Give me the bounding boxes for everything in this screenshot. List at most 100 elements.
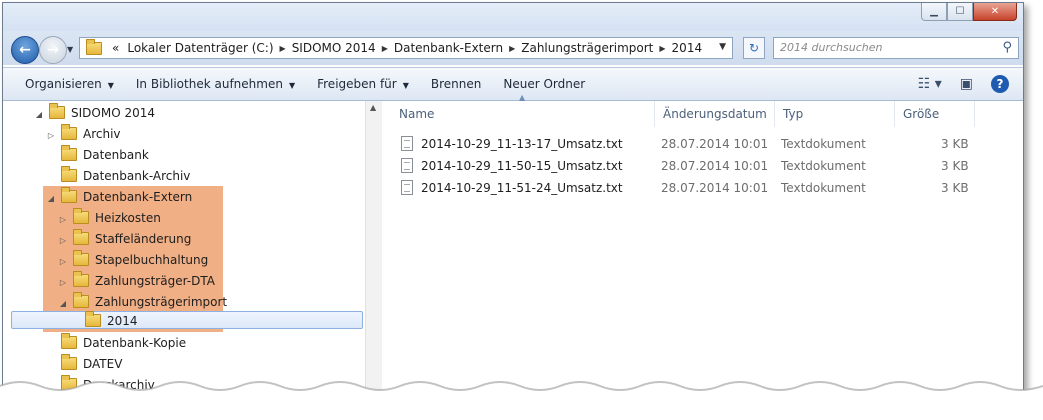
preview-pane-icon[interactable]: ▣: [960, 76, 973, 92]
file-row[interactable]: 2014-10-29_11-13-17_Umsatz.txt 28.07.201…: [383, 133, 1023, 155]
collapsed-arrow-icon[interactable]: ▷: [57, 210, 69, 230]
share-with-menu[interactable]: Freigeben für ▼: [317, 77, 409, 91]
new-folder-button[interactable]: Neuer Ordner: [503, 77, 585, 91]
folder-icon: [61, 124, 77, 140]
folder-icon: [49, 103, 65, 119]
collapsed-arrow-icon[interactable]: ▷: [45, 126, 57, 146]
view-options-icon[interactable]: ☷ ▾: [918, 76, 942, 92]
toolbar-right: ☷ ▾ ▣ ?: [918, 75, 1009, 93]
search-input[interactable]: 2014 durchsuchen ⚲: [773, 37, 1019, 59]
help-icon[interactable]: ?: [991, 75, 1009, 93]
tree-item-zahlungstraeger-dta[interactable]: ▷ Zahlungsträger-DTA: [57, 271, 215, 291]
file-type: Textdokument: [781, 159, 866, 173]
tree-item-datenbank-archiv[interactable]: Datenbank-Archiv: [45, 166, 190, 186]
search-icon[interactable]: ⚲: [1002, 38, 1012, 58]
include-in-library-menu[interactable]: In Bibliothek aufnehmen ▼: [136, 77, 295, 91]
forward-button[interactable]: →: [39, 36, 67, 64]
file-name: 2014-10-29_11-50-15_Umsatz.txt: [421, 159, 623, 173]
tree-item-stapelbuchhaltung[interactable]: ▷ Stapelbuchhaltung: [57, 250, 208, 270]
back-button[interactable]: ←: [11, 36, 39, 64]
folder-icon: [61, 187, 77, 203]
minimize-button[interactable]: ▁: [921, 3, 947, 21]
burn-button[interactable]: Brennen: [431, 77, 481, 91]
breadcrumb-sidomo[interactable]: SIDOMO 2014: [292, 41, 376, 55]
tree-item-datenbank-kopie[interactable]: Datenbank-Kopie: [45, 333, 186, 353]
file-row[interactable]: 2014-10-29_11-50-15_Umsatz.txt 28.07.201…: [383, 155, 1023, 177]
file-type: Textdokument: [781, 137, 866, 151]
tree-item-datev[interactable]: DATEV: [45, 354, 122, 374]
address-dropdown-icon[interactable]: ▼: [719, 42, 726, 52]
tree-item-label: Stapelbuchhaltung: [95, 253, 209, 267]
tree-item-staffelaenderung[interactable]: ▷ Staffeländerung: [57, 229, 191, 249]
breadcrumb-separator-icon[interactable]: ▶: [280, 44, 286, 53]
column-header-date[interactable]: Änderungsdatum: [655, 101, 775, 127]
breadcrumb-drive[interactable]: Lokaler Datenträger (C:): [127, 41, 273, 55]
scroll-up-icon[interactable]: ▲: [370, 103, 376, 112]
breadcrumb-overflow[interactable]: «: [112, 41, 119, 55]
tree-item-label: Zahlungsträgerimport: [95, 295, 228, 309]
tree-item-zahlungstraegerimport[interactable]: ◢ Zahlungsträgerimport: [57, 292, 227, 312]
folder-icon: [73, 229, 89, 245]
collapsed-arrow-icon[interactable]: ▷: [57, 273, 69, 293]
chevron-down-icon: ▼: [288, 81, 296, 90]
library-label: In Bibliothek aufnehmen: [135, 77, 283, 91]
share-label: Freigeben für: [317, 77, 397, 91]
torn-edge-decoration: [0, 381, 1043, 420]
expanded-arrow-icon[interactable]: ◢: [45, 189, 57, 209]
column-header-name[interactable]: Name: [391, 101, 655, 127]
close-button[interactable]: ✕: [973, 3, 1017, 21]
tree-item-label: Staffeländerung: [95, 232, 192, 246]
file-size: 3 KB: [941, 137, 969, 151]
collapsed-arrow-icon[interactable]: ▷: [57, 252, 69, 272]
file-list: ▲ Name Änderungsdatum Typ Größe 2014-10-…: [383, 93, 1023, 413]
file-row[interactable]: 2014-10-29_11-51-24_Umsatz.txt 28.07.201…: [383, 177, 1023, 199]
breadcrumb-datenbank-extern[interactable]: Datenbank-Extern: [394, 41, 503, 55]
chevron-down-icon: ▼: [402, 81, 409, 90]
folder-icon: [61, 354, 77, 370]
tree-item-label: Heizkosten: [95, 211, 161, 225]
tree-item-2014[interactable]: 2014: [69, 311, 138, 331]
file-date: 28.07.2014 10:01: [661, 159, 769, 173]
command-bar: Organisieren ▼ In Bibliothek aufnehmen ▼ F…: [3, 67, 1023, 101]
refresh-button[interactable]: ↻: [743, 37, 765, 59]
search-placeholder: 2014 durchsuchen: [780, 41, 883, 54]
file-size: 3 KB: [941, 181, 969, 195]
recent-pages-dropdown[interactable]: ▼: [67, 45, 73, 54]
breadcrumb-zahlungstraegerimport[interactable]: Zahlungsträgerimport: [521, 41, 653, 55]
folder-icon: [61, 166, 77, 182]
tree-item-heizkosten[interactable]: ▷ Heizkosten: [57, 208, 161, 228]
breadcrumb-2014[interactable]: 2014: [672, 41, 703, 55]
tree-item-sidomo-2014[interactable]: ◢ SIDOMO 2014: [33, 103, 155, 123]
folder-icon: [73, 292, 89, 308]
collapsed-arrow-icon[interactable]: ▷: [57, 231, 69, 251]
arrow-left-icon: ←: [19, 42, 31, 58]
column-header-size[interactable]: Größe: [895, 101, 975, 127]
address-row: ← → ▼ « Lokaler Datenträger (C:) ▶ SIDOM…: [3, 31, 1023, 65]
file-name: 2014-10-29_11-51-24_Umsatz.txt: [421, 181, 623, 195]
explorer-window: ▁ ☐ ✕ ← → ▼ « Lokaler Datenträger (C:) ▶…: [2, 2, 1024, 414]
tree-item-datenbank-extern[interactable]: ◢ Datenbank-Extern: [45, 187, 192, 207]
title-bar: ▁ ☐ ✕: [3, 3, 1023, 31]
navigation-scrollbar[interactable]: ▲: [365, 101, 382, 413]
navigation-pane: ◢ SIDOMO 2014 ▷ Archiv Datenbank Datenbank…: [3, 101, 382, 413]
file-name: 2014-10-29_11-13-17_Umsatz.txt: [421, 137, 623, 151]
breadcrumb-separator-icon[interactable]: ▶: [382, 44, 388, 53]
tree-item-datenbank[interactable]: Datenbank: [45, 145, 149, 165]
text-document-icon: [401, 158, 413, 173]
tree-item-archiv[interactable]: ▷ Archiv: [45, 124, 121, 144]
breadcrumb-separator-icon[interactable]: ▶: [659, 44, 665, 53]
column-header-type[interactable]: Typ: [775, 101, 895, 127]
organize-menu[interactable]: Organisieren ▼: [25, 77, 114, 91]
expanded-arrow-icon[interactable]: ◢: [57, 294, 69, 314]
organize-label: Organisieren: [25, 77, 102, 91]
breadcrumb-separator-icon[interactable]: ▶: [509, 44, 515, 53]
file-type: Textdokument: [781, 181, 866, 195]
chevron-down-icon: ▼: [107, 81, 114, 90]
address-bar[interactable]: « Lokaler Datenträger (C:) ▶ SIDOMO 2014…: [79, 37, 733, 59]
tree-item-label: DATEV: [83, 357, 123, 371]
file-date: 28.07.2014 10:01: [661, 181, 769, 195]
refresh-icon: ↻: [748, 41, 760, 55]
folder-icon: [61, 145, 77, 161]
expanded-arrow-icon[interactable]: ◢: [33, 105, 45, 125]
maximize-button[interactable]: ☐: [947, 3, 973, 21]
